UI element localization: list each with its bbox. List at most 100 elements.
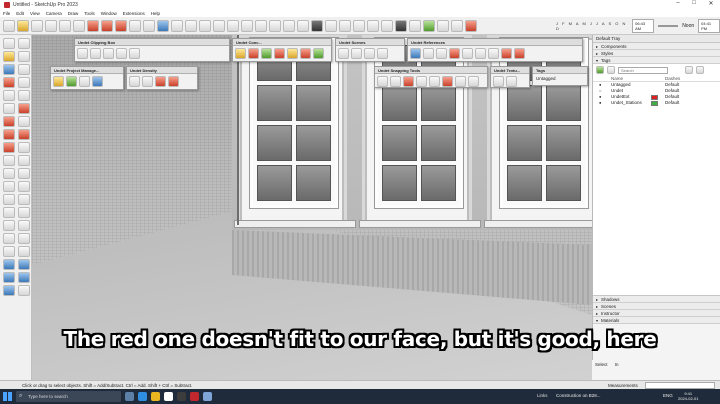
select-icon[interactable] [3, 38, 15, 49]
tags-details-icon[interactable] [685, 66, 693, 74]
ref-5-icon[interactable] [462, 48, 473, 59]
pan-icon[interactable] [185, 19, 197, 32]
zoom-extents-tool-icon[interactable] [3, 233, 15, 244]
close-icon[interactable]: ✕ [705, 0, 717, 7]
ref-6-icon[interactable] [475, 48, 486, 59]
offset-tool-icon[interactable] [18, 155, 30, 166]
project-open-icon[interactable] [53, 76, 64, 87]
visibility-eye-icon[interactable]: ● [599, 100, 611, 106]
snap-5-icon[interactable] [429, 76, 440, 87]
tray-section-components[interactable]: Components [593, 43, 720, 50]
section-plane-icon[interactable] [395, 19, 407, 32]
zoom-extents-icon[interactable] [213, 19, 225, 32]
protractor-icon[interactable] [3, 181, 15, 192]
hidden-line-icon[interactable] [339, 19, 351, 32]
tray-section-styles[interactable]: Styles [593, 50, 720, 57]
left-view-icon[interactable] [297, 19, 309, 32]
freehand-icon[interactable] [3, 77, 15, 88]
menu-extensions[interactable]: Extensions [123, 11, 145, 16]
section-display-icon[interactable] [409, 19, 421, 32]
tag-color-swatch[interactable] [651, 100, 658, 106]
active-tag-value[interactable]: Untagged [533, 74, 587, 83]
materials-select-tab[interactable]: Select [595, 362, 608, 367]
clip-fit-icon[interactable] [129, 48, 140, 59]
push-pull-icon[interactable] [87, 19, 99, 32]
monochrome-icon[interactable] [381, 19, 393, 32]
position-camera-icon[interactable] [18, 233, 30, 244]
follow-me-icon[interactable] [18, 142, 30, 153]
density-low-icon[interactable] [129, 76, 140, 87]
palette-snapping-tools[interactable]: Undet Snapping Tools [374, 66, 488, 88]
circle-icon[interactable] [59, 19, 71, 32]
density-high-icon[interactable] [155, 76, 166, 87]
taskbar-clock[interactable]: 9:41 2024-02-01 [678, 391, 698, 401]
circle-tool-icon[interactable] [18, 90, 30, 101]
pushpull-tool-icon[interactable] [18, 129, 30, 140]
menu-file[interactable]: File [3, 11, 10, 16]
ref-8-icon[interactable] [501, 48, 512, 59]
concept-7-icon[interactable] [313, 48, 324, 59]
menu-help[interactable]: Help [151, 11, 160, 16]
snap-7-icon[interactable] [455, 76, 466, 87]
tray-section-shadows[interactable]: Shadows [593, 296, 720, 303]
zoom-icon[interactable] [199, 19, 211, 32]
look-around-icon[interactable] [18, 246, 30, 257]
tags-search-input[interactable]: Search [618, 66, 668, 74]
tape-tool-icon[interactable] [3, 168, 15, 179]
tray-section-tags[interactable]: Tags [593, 57, 720, 64]
tag-row[interactable]: ● Undet_Stations Default [593, 100, 720, 106]
pie-icon[interactable] [18, 116, 30, 127]
taskbar-news[interactable]: Construction on B28... [556, 393, 601, 398]
snap-8-icon[interactable] [468, 76, 479, 87]
sketchup-taskbar-icon[interactable] [190, 392, 199, 401]
density-med-icon[interactable] [142, 76, 153, 87]
ref-1-icon[interactable] [410, 48, 421, 59]
tag-dash[interactable]: Default [665, 100, 705, 106]
front-view-icon[interactable] [255, 19, 267, 32]
walk-icon[interactable] [3, 246, 15, 257]
concept-4-icon[interactable] [274, 48, 285, 59]
shadow-time-slider[interactable] [657, 25, 679, 27]
xray-icon[interactable] [311, 19, 323, 32]
edge-icon[interactable] [138, 392, 147, 401]
warehouse-icon[interactable] [437, 19, 449, 32]
zoom-window-icon[interactable] [18, 220, 30, 231]
3d-text-icon[interactable] [18, 194, 30, 205]
project-info-icon[interactable] [92, 76, 103, 87]
select-tool-icon[interactable] [3, 19, 15, 32]
menu-draw[interactable]: Draw [68, 11, 79, 16]
tray-section-instructor[interactable]: Instructor [593, 310, 720, 317]
store-icon[interactable] [177, 392, 186, 401]
task-view-icon[interactable] [125, 392, 134, 401]
ref-4-icon[interactable] [449, 48, 460, 59]
concept-1-icon[interactable] [235, 48, 246, 59]
project-add-icon[interactable] [66, 76, 77, 87]
orbit-tool-icon[interactable] [3, 207, 15, 218]
text-icon[interactable] [18, 181, 30, 192]
offset-icon[interactable] [129, 19, 141, 32]
measurements-input[interactable] [645, 382, 715, 389]
tag-color-swatch[interactable] [651, 94, 658, 100]
rotate-tool-icon[interactable] [3, 142, 15, 153]
snap-3-icon[interactable] [403, 76, 414, 87]
app-icon[interactable] [203, 392, 212, 401]
scene-2-icon[interactable] [351, 48, 362, 59]
palette-scenes[interactable]: Undet Scenes [335, 38, 405, 62]
iso-view-icon[interactable] [227, 19, 239, 32]
line-icon[interactable] [31, 19, 43, 32]
undet-icon[interactable] [18, 259, 30, 270]
texture-2-icon[interactable] [506, 76, 517, 87]
tags-options-icon[interactable] [696, 66, 704, 74]
maximize-icon[interactable]: □ [688, 0, 700, 6]
back-view-icon[interactable] [283, 19, 295, 32]
palette-tags-mini[interactable]: Tags Untagged [532, 66, 588, 86]
eraser-tool-icon[interactable] [18, 51, 30, 62]
menu-camera[interactable]: Camera [46, 11, 62, 16]
ref-2-icon[interactable] [423, 48, 434, 59]
rotate-icon[interactable] [115, 19, 127, 32]
polygon-icon[interactable] [3, 103, 15, 114]
shadow-months[interactable]: J F M A M J J A S O N D [556, 21, 628, 31]
file-explorer-icon[interactable] [151, 392, 160, 401]
undet-mesh-icon[interactable] [18, 272, 30, 283]
add-folder-icon[interactable] [607, 66, 615, 74]
